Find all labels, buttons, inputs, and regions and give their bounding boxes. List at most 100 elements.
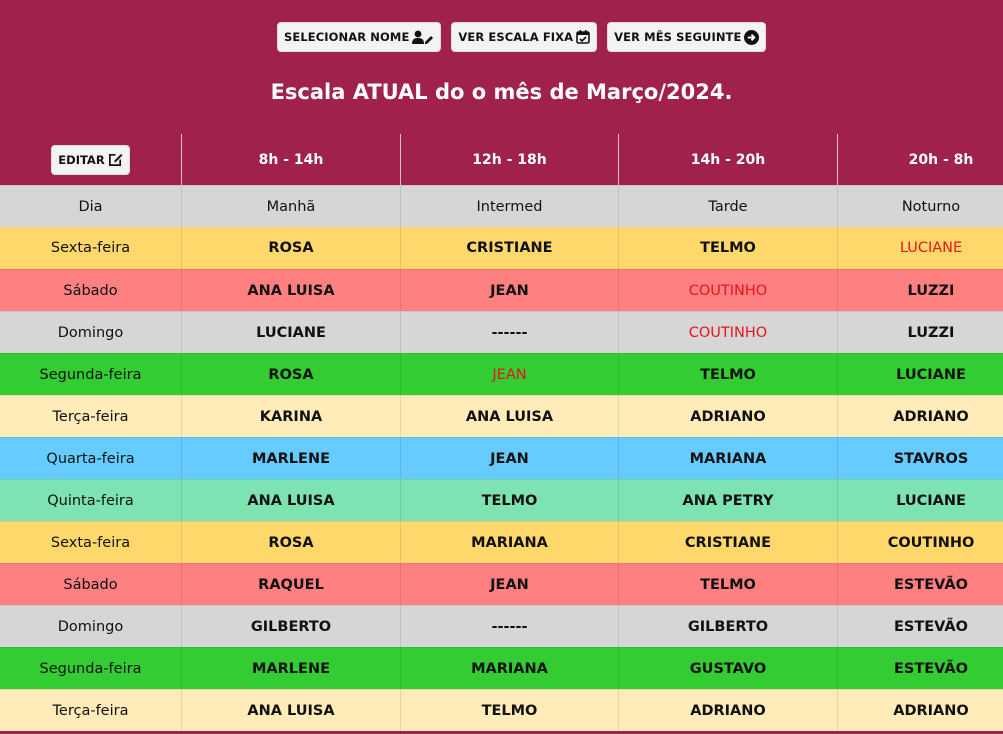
shift-cell: GUSTAVO [619,648,838,689]
shift-cell: MARIANA [401,522,619,563]
shift-cell: GILBERTO [619,606,838,647]
day-cell: Quinta-feira [0,480,182,521]
shift-cell: GILBERTO [182,606,401,647]
shift-cell: ------ [401,606,619,647]
shift-cell: CRISTIANE [619,522,838,563]
toolbar: SELECIONAR NOME VER ESCALA FIXA VER MÊS … [277,22,767,52]
day-cell: Terça-feira [0,396,182,437]
shift-cell: STAVROS [838,438,1003,479]
select-name-label: SELECIONAR NOME [284,30,410,44]
shift-cell: COUTINHO [619,312,838,353]
table-row: Terça-feira ANA LUISA TELMO ADRIANO ADRIANO [0,689,1003,731]
shift-header: 8h - 14h [182,134,401,185]
shift-cell: MARIANA [619,438,838,479]
shift-cell-label: ESTEVÃO [894,576,968,593]
table-row: Domingo LUCIANE ------ COUTINHO LUZZI [0,311,1003,353]
shift-cell: CRISTIANE [401,227,619,269]
shift-cell: LUZZI [838,270,1003,311]
shift-cell-label: STAVROS [893,450,969,467]
shift-cell: ANA LUISA [182,270,401,311]
shift-cell: MARLENE [182,438,401,479]
edit-icon [108,153,123,166]
calendar-check-icon [576,30,590,44]
shift-cell: TELMO [401,690,619,731]
arrow-circle-right-icon [744,29,760,45]
shift-cell: ROSA [182,522,401,563]
day-cell: Segunda-feira [0,354,182,395]
shift-cell: LUCIANE [838,480,1003,521]
shift-cell: JEAN [401,270,619,311]
shift-cell-label: LUCIANE [896,492,966,509]
subheader-cell: Tarde [619,186,838,227]
table-row: Quarta-feira MARLENE JEAN MARIANA STAVROS [0,437,1003,479]
shift-cell: ESTEVÃO [838,606,1003,647]
shift-cell: ROSA [182,354,401,395]
shift-header: 12h - 18h [401,134,619,185]
shift-cell: JEAN [401,438,619,479]
shift-cell: ANA LUISA [401,396,619,437]
shift-cell-label: ADRIANO [893,702,969,719]
shift-cell-label: ESTEVÃO [894,660,968,677]
subheader-cell: Dia [0,186,182,227]
table-row: Segunda-feira ROSA JEAN TELMO LUCIANE [0,353,1003,395]
top-bar: SELECIONAR NOME VER ESCALA FIXA VER MÊS … [0,0,1003,134]
shift-cell: LUCIANE [838,227,1003,269]
shift-cell: ANA LUISA [182,690,401,731]
table-row: Segunda-feira MARLENE MARIANA GUSTAVO ESTEVÃ… [0,647,1003,689]
day-cell: Domingo [0,312,182,353]
shift-header-label: 20h - 8h [908,151,974,168]
shift-cell: JEAN [401,564,619,605]
day-cell: Domingo [0,606,182,647]
shift-cell-label: ESTEVÃO [894,618,968,635]
shift-cell: ANA PETRY [619,480,838,521]
day-cell: Terça-feira [0,690,182,731]
shift-cell-label: COUTINHO [887,534,975,551]
shift-cell: TELMO [619,564,838,605]
shift-cell: ESTEVÃO [838,648,1003,689]
edit-button[interactable]: EDITAR [51,144,130,175]
day-cell: Sexta-feira [0,522,182,563]
shift-cell: TELMO [619,354,838,395]
schedule-table: EDITAR 8h - 14h 12h - 18h 14h - 20h 20h … [0,134,1003,731]
shift-cell: RAQUEL [182,564,401,605]
subheader-label: Noturno [901,198,961,215]
shift-cell: ADRIANO [838,396,1003,437]
shift-cell: LUCIANE [182,312,401,353]
shift-cell-label: LUZZI [907,324,955,341]
page-title: Escala ATUAL do o mês de Março/2024. [270,80,733,104]
day-cell: Quarta-feira [0,438,182,479]
fixed-scale-button[interactable]: VER ESCALA FIXA [451,22,598,52]
shift-cell: MARIANA [401,648,619,689]
select-name-button[interactable]: SELECIONAR NOME [277,22,442,52]
subheader-cell: Noturno [838,186,1003,227]
shift-header: 20h - 8h [838,134,1003,185]
shift-cell: KARINA [182,396,401,437]
subheader-row: Dia Manhã Intermed Tarde Noturno [0,185,1003,227]
day-cell: Sábado [0,270,182,311]
shift-header: 14h - 20h [619,134,838,185]
subheader-cell: Intermed [401,186,619,227]
table-row: Sábado RAQUEL JEAN TELMO ESTEVÃO [0,563,1003,605]
shift-cell: ------ [401,312,619,353]
day-cell: Segunda-feira [0,648,182,689]
shift-cell: JEAN [401,354,619,395]
schedule-rows: Sexta-feira ROSA CRISTIANE TELMO LUCIANE Sába… [0,227,1003,731]
shift-cell: ROSA [182,227,401,269]
subheader-cell: Manhã [182,186,401,227]
shift-cell: LUCIANE [838,354,1003,395]
next-month-label: VER MÊS SEGUINTE [614,30,742,44]
next-month-button[interactable]: VER MÊS SEGUINTE [607,22,767,52]
shift-cell: TELMO [401,480,619,521]
table-row: Quinta-feira ANA LUISA TELMO ANA PETRY LUCIA… [0,479,1003,521]
shift-cell: ADRIANO [619,690,838,731]
day-cell: Sábado [0,564,182,605]
shift-cell: ESTEVÃO [838,564,1003,605]
header-row: EDITAR 8h - 14h 12h - 18h 14h - 20h 20h … [0,134,1003,185]
day-cell: Sexta-feira [0,227,182,269]
table-row: Terça-feira KARINA ANA LUISA ADRIANO ADRIANO [0,395,1003,437]
shift-cell: ADRIANO [838,690,1003,731]
shift-cell: COUTINHO [838,522,1003,563]
edit-label: EDITAR [58,152,105,167]
shift-cell-label: LUCIANE [896,366,966,383]
table-row: Sábado ANA LUISA JEAN COUTINHO LUZZI [0,269,1003,311]
